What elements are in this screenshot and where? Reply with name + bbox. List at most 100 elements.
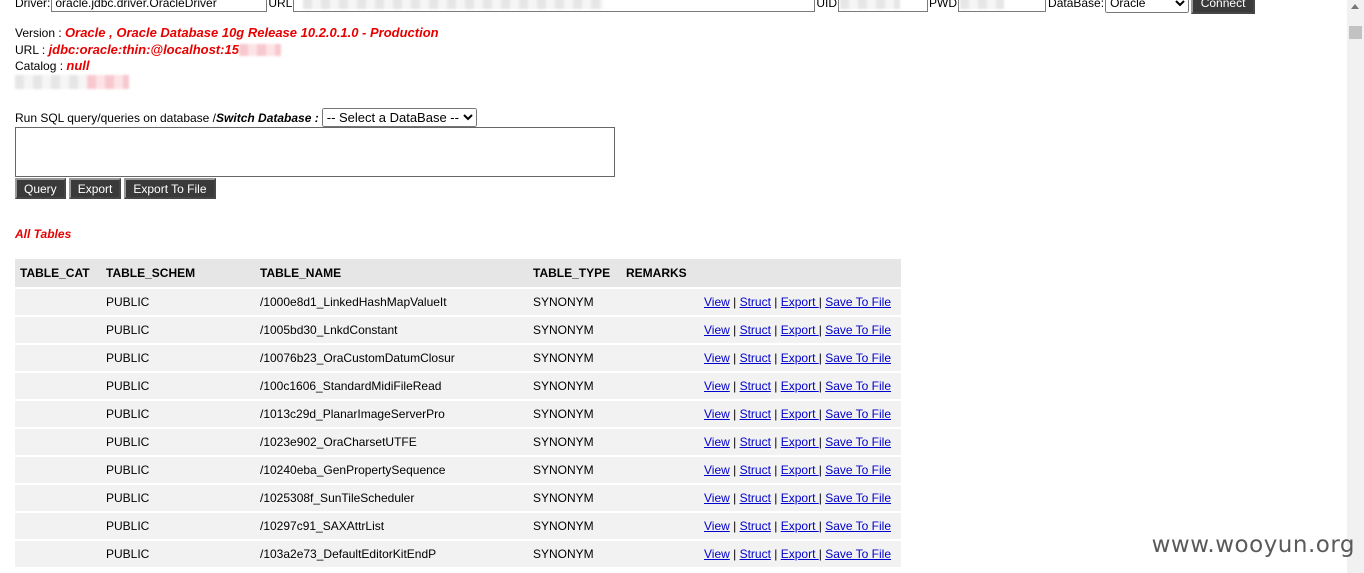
- view-link[interactable]: View: [704, 547, 730, 561]
- save-to-file-link[interactable]: Save To File: [825, 463, 891, 477]
- save-to-file-link[interactable]: Save To File: [825, 407, 891, 421]
- scroll-thumb[interactable]: [1349, 26, 1362, 39]
- view-link[interactable]: View: [704, 519, 730, 533]
- save-to-file-link[interactable]: Save To File: [825, 295, 891, 309]
- view-link[interactable]: View: [704, 379, 730, 393]
- save-to-file-link[interactable]: Save To File: [825, 491, 891, 505]
- cell-table-type: SYNONYM: [528, 427, 621, 456]
- url-info-value: jdbc:oracle:thin:@localhost:15: [48, 41, 239, 57]
- cell-actions: View | Struct | Export | Save To File: [696, 483, 901, 512]
- view-link[interactable]: View: [704, 295, 730, 309]
- redacted-text-2: [87, 74, 129, 89]
- cell-table-cat: [15, 371, 101, 400]
- cell-table-name: /103a2e73_DefaultEditorKitEndP: [255, 539, 528, 567]
- cell-table-schem: PUBLIC: [101, 399, 255, 428]
- save-to-file-link[interactable]: Save To File: [825, 519, 891, 533]
- cell-table-type: SYNONYM: [528, 371, 621, 400]
- link-separator: |: [729, 295, 740, 309]
- export-link[interactable]: Export: [781, 323, 819, 337]
- save-to-file-link[interactable]: Save To File: [825, 435, 891, 449]
- link-separator: |: [770, 463, 781, 477]
- export-link[interactable]: Export: [781, 547, 819, 561]
- view-link[interactable]: View: [704, 407, 730, 421]
- col-actions: [696, 259, 901, 288]
- struct-link[interactable]: Struct: [740, 463, 771, 477]
- struct-link[interactable]: Struct: [740, 519, 771, 533]
- cell-remarks: [621, 483, 696, 512]
- cell-table-cat: [15, 399, 101, 428]
- run-sql-label: Run SQL query/queries on database /: [15, 110, 217, 125]
- cell-table-schem: PUBLIC: [101, 511, 255, 540]
- col-table-name: TABLE_NAME: [255, 259, 528, 288]
- version-row: Version : Oracle , Oracle Database 10g R…: [15, 25, 439, 42]
- view-link[interactable]: View: [704, 323, 730, 337]
- view-link[interactable]: View: [704, 351, 730, 365]
- database-select[interactable]: Oracle: [1105, 0, 1190, 13]
- cell-table-name: /100c1606_StandardMidiFileRead: [255, 371, 528, 400]
- vertical-scrollbar[interactable]: [1347, 0, 1364, 573]
- link-separator: |: [729, 547, 740, 561]
- struct-link[interactable]: Struct: [740, 351, 771, 365]
- table-row: PUBLIC/1000e8d1_LinkedHashMapValueIt SYNO…: [15, 287, 901, 316]
- query-button[interactable]: Query: [15, 178, 66, 199]
- view-link[interactable]: View: [704, 491, 730, 505]
- link-separator: |: [729, 519, 740, 533]
- struct-link[interactable]: Struct: [740, 547, 771, 561]
- table-row: PUBLIC/1023e902_OraCharsetUTFE SYNONYM Vie…: [15, 427, 901, 456]
- link-separator: |: [729, 435, 740, 449]
- view-link[interactable]: View: [704, 463, 730, 477]
- export-link[interactable]: Export: [781, 463, 819, 477]
- cell-table-name: /1005bd30_LnkdConstant: [255, 315, 528, 344]
- cell-table-schem: PUBLIC: [101, 427, 255, 456]
- sql-button-row: Query Export Export To File: [15, 178, 216, 199]
- catalog-value: null: [66, 58, 90, 73]
- struct-link[interactable]: Struct: [740, 491, 771, 505]
- export-link[interactable]: Export: [781, 519, 819, 533]
- table-row: PUBLIC/10297c91_SAXAttrList SYNONYM View |…: [15, 511, 901, 540]
- export-link[interactable]: Export: [781, 407, 819, 421]
- scroll-up-arrow-icon[interactable]: [1351, 4, 1359, 9]
- cell-table-name: /1013c29d_PlanarImageServerPro: [255, 399, 528, 428]
- driver-input[interactable]: [51, 0, 268, 12]
- save-to-file-link[interactable]: Save To File: [825, 379, 891, 393]
- export-to-file-button[interactable]: Export To File: [124, 178, 216, 199]
- cell-table-cat: [15, 455, 101, 484]
- link-separator: |: [770, 379, 781, 393]
- switch-database-select[interactable]: -- Select a DataBase --: [321, 108, 477, 127]
- redacted-url: [303, 0, 604, 9]
- export-link[interactable]: Export: [781, 351, 819, 365]
- export-link[interactable]: Export: [781, 491, 819, 505]
- table-header-row: TABLE_CAT TABLE_SCHEM TABLE_NAME TABLE_T…: [15, 259, 901, 288]
- save-to-file-link[interactable]: Save To File: [825, 351, 891, 365]
- link-separator: |: [770, 407, 781, 421]
- tables-table: TABLE_CAT TABLE_SCHEM TABLE_NAME TABLE_T…: [15, 259, 901, 567]
- struct-link[interactable]: Struct: [740, 407, 771, 421]
- cell-table-name: /10240eba_GenPropertySequence: [255, 455, 528, 484]
- export-link[interactable]: Export: [781, 435, 819, 449]
- export-button[interactable]: Export: [68, 178, 122, 199]
- cell-actions: View | Struct | Export | Save To File: [696, 455, 901, 484]
- cell-actions: View | Struct | Export | Save To File: [696, 315, 901, 344]
- cell-table-name: /1000e8d1_LinkedHashMapValueIt: [255, 287, 528, 316]
- export-link[interactable]: Export: [781, 295, 819, 309]
- redacted-pwd: [960, 0, 1005, 9]
- cell-remarks: [621, 455, 696, 484]
- cell-table-type: SYNONYM: [528, 483, 621, 512]
- link-separator: |: [770, 519, 781, 533]
- save-to-file-link[interactable]: Save To File: [825, 547, 891, 561]
- struct-link[interactable]: Struct: [740, 435, 771, 449]
- url-info-label: URL :: [15, 42, 49, 57]
- cell-actions: View | Struct | Export | Save To File: [696, 427, 901, 456]
- table-row: PUBLIC/1025308f_SunTileScheduler SYNONYM V…: [15, 483, 901, 512]
- col-remarks: REMARKS: [621, 259, 696, 288]
- export-link[interactable]: Export: [781, 379, 819, 393]
- save-to-file-link[interactable]: Save To File: [825, 323, 891, 337]
- col-table-type: TABLE_TYPE: [528, 259, 621, 288]
- redacted-text: [15, 74, 87, 89]
- sql-query-input[interactable]: [15, 127, 615, 177]
- view-link[interactable]: View: [704, 435, 730, 449]
- struct-link[interactable]: Struct: [740, 323, 771, 337]
- struct-link[interactable]: Struct: [740, 295, 771, 309]
- connect-button[interactable]: Connect: [1191, 0, 1256, 14]
- struct-link[interactable]: Struct: [740, 379, 771, 393]
